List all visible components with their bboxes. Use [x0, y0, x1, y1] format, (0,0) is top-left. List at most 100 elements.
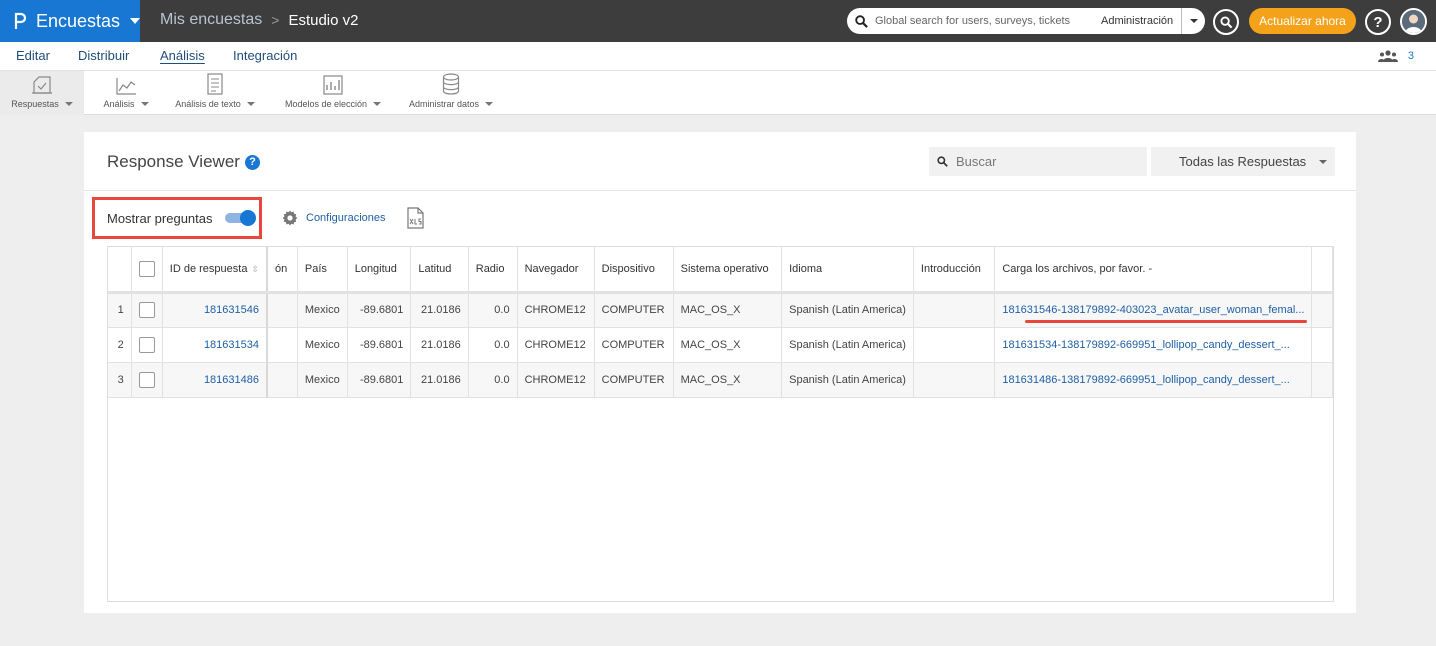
toolbar-choice-models[interactable]: Modelos de elección: [278, 71, 388, 115]
show-questions-label: Mostrar preguntas: [107, 210, 213, 226]
os-cell: MAC_OS_X: [673, 327, 783, 363]
longitude-cell: -89.6801: [347, 327, 412, 363]
show-questions-highlight: Mostrar preguntas: [92, 197, 262, 239]
response-filter-select[interactable]: Todas las Respuestas: [1151, 147, 1335, 176]
app-name: Encuestas: [36, 10, 121, 31]
empty-cell: [1311, 292, 1333, 328]
latitude-cell: 21.0186: [410, 292, 469, 328]
settings-label: Configuraciones: [306, 212, 386, 224]
response-search-input[interactable]: [956, 154, 1136, 169]
column-header-country[interactable]: País: [297, 247, 348, 294]
column-header-partial[interactable]: ón: [267, 247, 298, 294]
longitude-cell: -89.6801: [347, 292, 412, 328]
latitude-cell: 21.0186: [410, 362, 469, 398]
response-search: [929, 147, 1147, 176]
upgrade-button[interactable]: Actualizar ahora: [1249, 8, 1356, 34]
sort-icon[interactable]: ⇳: [251, 264, 259, 274]
avatar[interactable]: [1400, 8, 1427, 35]
device-cell: COMPUTER: [594, 362, 674, 398]
chevron-down-icon: [485, 102, 494, 106]
browser-cell: CHROME12: [517, 292, 595, 328]
settings-button[interactable]: Configuraciones: [282, 210, 386, 226]
search-icon: [855, 14, 868, 28]
column-header-label: ID de respuesta: [169, 262, 248, 275]
column-header-intro[interactable]: Introducción: [913, 247, 996, 294]
user-avatar-icon: [1402, 10, 1425, 33]
column-header-radius[interactable]: Radio: [468, 247, 518, 294]
toolbar-analysis[interactable]: Análisis: [96, 71, 156, 115]
radius-cell: 0.0: [468, 292, 518, 328]
empty-cell: [1311, 327, 1333, 363]
analysis-toolbar: Respuestas Análisis Análisis de texto Mo…: [0, 71, 1436, 115]
export-xls-button[interactable]: [406, 207, 426, 232]
latitude-cell: 21.0186: [410, 327, 469, 363]
chevron-down-icon: [1319, 160, 1327, 164]
toolbar-responses[interactable]: Respuestas: [0, 71, 84, 115]
toolbar-text-analysis[interactable]: Análisis de texto: [168, 71, 262, 115]
global-search-input[interactable]: [875, 15, 1095, 27]
show-questions-toggle[interactable]: [224, 210, 256, 226]
chevron-down-icon: [246, 102, 255, 106]
breadcrumb-current-survey: Estudio v2: [288, 11, 359, 29]
column-header-browser[interactable]: Navegador: [517, 247, 595, 294]
column-header-device[interactable]: Dispositivo: [594, 247, 674, 294]
breadcrumb-my-surveys[interactable]: Mis encuestas: [160, 11, 262, 29]
text-analysis-icon: [206, 71, 224, 95]
column-header-longitude[interactable]: Longitud: [347, 247, 412, 294]
country-cell: Mexico: [297, 292, 348, 328]
help-button[interactable]: ?: [1365, 9, 1391, 35]
response-viewer-title: Response Viewer: [107, 152, 240, 171]
language-cell: Spanish (Latin America): [781, 362, 914, 398]
nav-edit[interactable]: Editar: [16, 48, 50, 63]
table-header-row: ID de respuesta ⇳ ón País Longitud Latitu…: [108, 247, 1333, 294]
response-filter-value: Todas las Respuestas: [1179, 154, 1307, 169]
response-viewer-card: Response Viewer ? Todas las Respuestas M…: [84, 132, 1356, 613]
column-header-upload[interactable]: Carga los archivos, por favor. -: [994, 247, 1313, 294]
response-id-link[interactable]: 181631546: [162, 292, 268, 328]
longitude-cell: -89.6801: [347, 362, 412, 398]
global-search: Administración: [847, 8, 1205, 34]
search-scope-dropdown[interactable]: [1181, 8, 1205, 34]
row-checkbox[interactable]: [138, 371, 155, 388]
search-button[interactable]: [1213, 9, 1239, 35]
table-row[interactable]: 3 181631486 Mexico -89.6801 21.0186 0.0 …: [108, 362, 1333, 398]
nav-distribute[interactable]: Distribuir: [78, 48, 129, 63]
app-switcher[interactable]: Encuestas: [0, 0, 141, 42]
page-title: Response Viewer ?: [107, 152, 260, 172]
questionpro-logo-icon: [14, 11, 26, 31]
top-bar: Encuestas Mis encuestas > Estudio v2 Adm…: [0, 0, 1436, 42]
browser-cell: CHROME12: [517, 327, 595, 363]
response-id-link[interactable]: 181631534: [162, 327, 268, 363]
xls-icon: [407, 207, 424, 229]
upload-file-link[interactable]: 181631486-138179892-669951_lollipop_cand…: [994, 362, 1313, 398]
row-checkbox[interactable]: [138, 302, 155, 318]
partial-cell: [267, 292, 298, 328]
radius-cell: 0.0: [468, 327, 518, 363]
nav-integration[interactable]: Integración: [233, 48, 297, 63]
language-cell: Spanish (Latin America): [781, 327, 914, 363]
toolbar-manage-data[interactable]: Administrar datos: [402, 71, 500, 115]
row-select-cell: [131, 362, 163, 398]
row-checkbox[interactable]: [138, 336, 155, 353]
column-header-os[interactable]: Sistema operativo: [673, 247, 783, 294]
intro-cell: [913, 327, 996, 363]
search-scope[interactable]: Administración: [1101, 8, 1173, 34]
chevron-down-icon: [1189, 19, 1198, 23]
column-header-language[interactable]: Idioma: [781, 247, 914, 294]
upload-file-link[interactable]: 181631534-138179892-669951_lollipop_cand…: [994, 327, 1313, 363]
nav-analysis[interactable]: Análisis: [160, 48, 205, 63]
help-icon[interactable]: ?: [244, 154, 260, 170]
device-cell: COMPUTER: [594, 292, 674, 328]
device-cell: COMPUTER: [594, 327, 674, 363]
row-select-cell: [131, 327, 163, 363]
column-header-latitude[interactable]: Latitud: [410, 247, 469, 294]
collaborators[interactable]: 3: [1377, 50, 1414, 62]
collaborators-count: 3: [1407, 50, 1414, 62]
toolbar-label: Modelos de elección: [284, 99, 368, 109]
select-all-checkbox[interactable]: [138, 260, 155, 277]
table-row[interactable]: 2 181631534 Mexico -89.6801 21.0186 0.0 …: [108, 327, 1333, 363]
column-header-id[interactable]: ID de respuesta ⇳: [162, 247, 268, 294]
response-id-link[interactable]: 181631486: [162, 362, 268, 398]
database-icon: [441, 71, 461, 95]
column-header-empty: [1311, 247, 1333, 294]
